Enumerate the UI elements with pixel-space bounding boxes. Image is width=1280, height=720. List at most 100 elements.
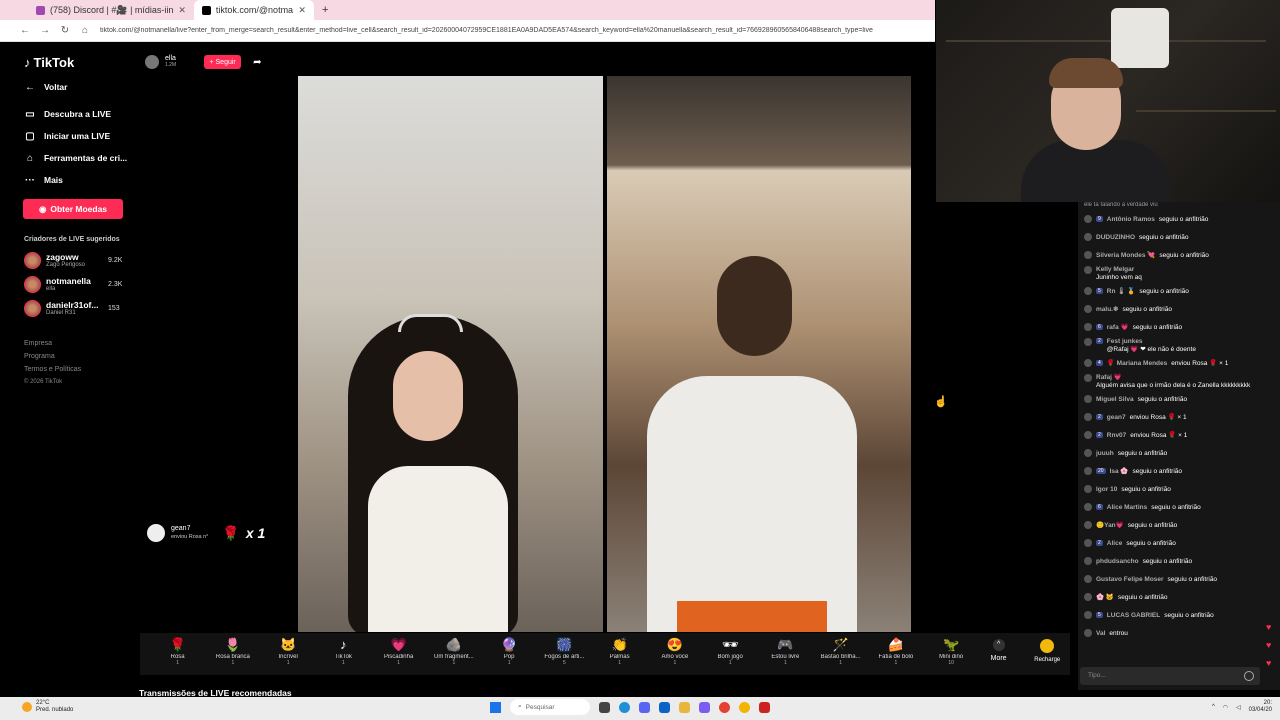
- files-icon[interactable]: [679, 701, 690, 713]
- forward-arrow-icon[interactable]: →: [40, 25, 50, 36]
- chat-username[interactable]: Miguel Silva: [1096, 396, 1134, 403]
- chat-username[interactable]: Rnv07: [1107, 432, 1127, 439]
- gift-item[interactable]: 🕶 Bom jogo 1: [703, 633, 758, 666]
- chat-username[interactable]: DUDUZINHO: [1096, 234, 1135, 241]
- tab-tiktok[interactable]: tiktok.com/@notmanella/li ✕: [193, 0, 314, 20]
- volume-icon[interactable]: ◁: [1236, 704, 1241, 711]
- gift-item[interactable]: 🌹 Rosa 1: [150, 633, 205, 666]
- live-video-left[interactable]: [298, 76, 603, 632]
- footer-link[interactable]: Empresa: [24, 337, 139, 350]
- chat-username[interactable]: Val: [1096, 630, 1105, 637]
- footer-link[interactable]: Termos e Políticas: [24, 363, 139, 376]
- gift-item[interactable]: 🐱 Incrível 1: [261, 633, 316, 666]
- gift-item[interactable]: 🎮 Estou livre 1: [758, 633, 813, 666]
- discord-icon[interactable]: [639, 701, 650, 713]
- chat-username[interactable]: malu.❄: [1096, 305, 1118, 313]
- chat-username[interactable]: Gustavo Felipe Moser: [1096, 576, 1164, 583]
- creator-item[interactable]: zagoww Zago Perigoso 9.2K: [24, 251, 139, 269]
- edge-icon[interactable]: [619, 701, 630, 713]
- chat-text: seguiu o anfitrião: [1139, 287, 1189, 295]
- gift-item[interactable]: 💗 Piscadinha 1: [371, 633, 426, 666]
- app-icon[interactable]: [699, 701, 710, 713]
- live-chat[interactable]: ele ta falando a verdade viu 9 Antônio Ra…: [1078, 202, 1280, 690]
- tiktok-logo[interactable]: ♪ TikTok: [24, 55, 139, 70]
- chat-username[interactable]: Rafaj 💗: [1096, 374, 1122, 381]
- gift-price: 1: [452, 660, 456, 666]
- level-badge: 2: [1096, 338, 1103, 344]
- user-level-icon: [1084, 593, 1092, 601]
- gift-item[interactable]: 😍 Amo você 1: [647, 633, 702, 666]
- gift-item[interactable]: 🔮 Pop 1: [482, 633, 537, 666]
- more-gifts-button[interactable]: ^ More: [979, 633, 1019, 662]
- home-icon[interactable]: ⌂: [80, 25, 90, 36]
- gift-item[interactable]: 👏 Palmas 1: [592, 633, 647, 666]
- chat-username[interactable]: Kelly Melgar: [1096, 266, 1134, 273]
- get-coins-button[interactable]: ◉ Obter Moedas: [23, 199, 123, 219]
- recharge-button[interactable]: Recharge: [1024, 633, 1070, 663]
- chat-username[interactable]: Rn 🌡 🏅: [1107, 287, 1136, 295]
- reload-icon[interactable]: ↻: [60, 25, 70, 36]
- chat-username[interactable]: juuuh: [1096, 450, 1114, 457]
- chat-message: Rafaj 💗 Alguém avisa que o irmão dela é o…: [1084, 372, 1280, 390]
- gift-item[interactable]: 🍰 Fatia de bolo 1: [868, 633, 923, 666]
- task-view-icon[interactable]: [599, 701, 610, 713]
- taskbar-search[interactable]: ⌕ Pesquisar: [510, 699, 590, 715]
- chat-input[interactable]: Tipo...: [1080, 667, 1260, 685]
- follow-button[interactable]: + Seguir: [204, 55, 242, 69]
- chat-username[interactable]: Alice Martins: [1107, 504, 1147, 511]
- tab-discord[interactable]: (758) Discord | #🎥 | mídias-iin ✕: [28, 0, 194, 20]
- recharge-label: Recharge: [1034, 657, 1061, 663]
- chat-username[interactable]: Alice: [1107, 540, 1123, 547]
- creator-item[interactable]: danielr31of... Daniel R31 153: [24, 299, 139, 317]
- clock[interactable]: 20: 03/04/20: [1249, 700, 1272, 714]
- back-arrow-icon[interactable]: ←: [20, 25, 30, 36]
- sidebar-item-more[interactable]: ··· Mais: [24, 169, 139, 191]
- chat-username[interactable]: rafa 💗: [1107, 323, 1129, 331]
- chat-username[interactable]: Fest junkes: [1107, 338, 1143, 345]
- chrome-icon[interactable]: [739, 701, 750, 713]
- gift-item[interactable]: 🪨 Um fragment... 1: [426, 633, 481, 666]
- chat-username[interactable]: gean7: [1107, 414, 1126, 421]
- weather-widget[interactable]: 22°C Pred. nublado: [22, 700, 73, 714]
- url-field[interactable]: tiktok.com/@notmanella/live?enter_from_m…: [100, 27, 880, 34]
- emoji-icon[interactable]: [1244, 671, 1254, 681]
- gift-item[interactable]: 🪄 Bastão brilha... 1: [813, 633, 868, 666]
- share-icon[interactable]: ➦: [253, 57, 261, 68]
- host-avatar[interactable]: [145, 55, 159, 69]
- wifi-icon[interactable]: ◠: [1223, 704, 1228, 711]
- chat-text: seguiu o anfitrião: [1132, 323, 1183, 331]
- chat-username[interactable]: Isa 🌸: [1110, 467, 1129, 475]
- sidebar-item-start-live[interactable]: ▢ Iniciar uma LIVE: [24, 125, 139, 147]
- gift-item[interactable]: 🦖 Mini dino 10: [924, 633, 979, 666]
- chat-input-placeholder: Tipo...: [1088, 672, 1106, 679]
- live-video-right[interactable]: [607, 76, 911, 632]
- sidebar-item-creator-tools[interactable]: ⌂ Ferramentas de cri...: [24, 147, 139, 169]
- chat-message: Silveria Mondes 💘 seguiu o anfitrião: [1084, 246, 1280, 264]
- new-tab-button[interactable]: +: [322, 4, 328, 16]
- footer-link[interactable]: Programa: [24, 350, 139, 363]
- close-icon[interactable]: ✕: [298, 5, 306, 16]
- chat-username[interactable]: LUCAS GABRIEL: [1107, 612, 1160, 619]
- chrome-icon[interactable]: [719, 701, 730, 713]
- mail-icon[interactable]: [659, 701, 670, 713]
- creator-item[interactable]: notmanella ella 2.3K: [24, 275, 139, 293]
- chat-username[interactable]: 🌹 Mariana Mendes: [1107, 359, 1167, 367]
- gift-item[interactable]: 🌷 Rosa branca 1: [205, 633, 260, 666]
- chat-username[interactable]: 🙂Yan💗: [1096, 521, 1124, 529]
- chevron-up-icon[interactable]: ^: [1212, 704, 1215, 710]
- app-icon[interactable]: [759, 701, 770, 713]
- close-icon[interactable]: ✕: [178, 5, 186, 16]
- heart-icon: ♥: [1266, 622, 1272, 632]
- gift-item[interactable]: ♪ TikTok 1: [316, 633, 371, 666]
- chat-username[interactable]: 🌸 🐱: [1096, 593, 1114, 601]
- back-link[interactable]: ← Voltar: [24, 76, 139, 98]
- chat-username[interactable]: Antônio Ramos: [1107, 216, 1155, 223]
- chat-username[interactable]: Silveria Mondes 💘: [1096, 251, 1155, 259]
- host-name[interactable]: ella 1.2M: [165, 55, 176, 69]
- chat-username[interactable]: Igor 10: [1096, 486, 1117, 493]
- sidebar-item-discover-live[interactable]: ▭ Descubra a LIVE: [24, 103, 139, 125]
- chevron-up-icon: ^: [992, 639, 1005, 651]
- chat-username[interactable]: phdudsancho: [1096, 558, 1139, 565]
- gift-item[interactable]: 🎆 Fogos de arti... 5: [537, 633, 592, 666]
- windows-start-icon[interactable]: [490, 701, 501, 713]
